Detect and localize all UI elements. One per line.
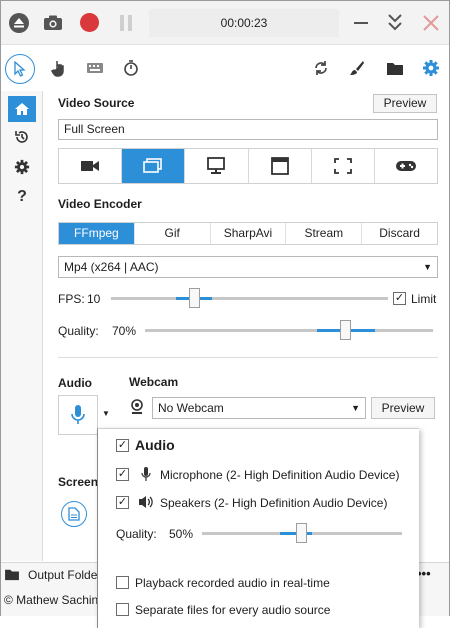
video-source-preview-button[interactable]: Preview	[373, 94, 437, 113]
gear-icon[interactable]	[419, 56, 443, 80]
audio-source-button[interactable]	[58, 395, 98, 435]
region-icon	[333, 158, 352, 174]
limit-label: Limit	[411, 292, 437, 306]
encoder-tabs: FFmpeg Gif SharpAvi Stream Discard	[58, 222, 438, 245]
webcam-title: Webcam	[129, 375, 179, 389]
window-icon	[270, 157, 289, 175]
tab-discard[interactable]: Discard	[362, 223, 437, 244]
camera-icon[interactable]	[43, 14, 63, 32]
close-icon[interactable]	[421, 13, 441, 33]
video-camera-icon	[81, 161, 100, 171]
webcam-select[interactable]: No Webcam ▼	[152, 397, 366, 419]
source-webcam-button[interactable]	[59, 149, 123, 183]
fps-value: 10	[87, 292, 101, 306]
section-divider	[58, 357, 438, 358]
document-icon	[68, 507, 80, 521]
sidebar-item-settings[interactable]	[1, 153, 43, 181]
screen-icon	[143, 158, 163, 173]
fps-slider-track[interactable]	[111, 297, 388, 300]
microphone-label: Microphone (2- High Definition Audio Dev…	[160, 468, 400, 482]
fps-label: FPS:	[58, 292, 85, 306]
brush-icon[interactable]	[345, 56, 369, 80]
tab-sharpavi[interactable]: SharpAvi	[211, 223, 287, 244]
cursor-icon[interactable]	[5, 54, 35, 84]
playback-checkbox[interactable]	[116, 576, 129, 589]
audio-quality-slider-thumb[interactable]	[296, 523, 307, 543]
recording-timer: 00:00:23	[149, 9, 339, 37]
tab-stream[interactable]: Stream	[286, 223, 363, 244]
sidebar-item-history[interactable]	[1, 123, 43, 151]
source-game-button[interactable]	[375, 149, 437, 183]
output-folder-icon[interactable]	[4, 568, 20, 581]
output-folder-label[interactable]: Output Folde	[28, 568, 97, 582]
speakers-label: Speakers (2- High Definition Audio Devic…	[160, 496, 388, 510]
home-icon	[8, 96, 36, 122]
video-source-title: Video Source	[58, 96, 135, 110]
screenshot-title: Screens	[58, 475, 97, 489]
screenshot-button[interactable]	[61, 501, 87, 527]
source-screen-button[interactable]	[122, 149, 186, 183]
video-quality-value: 70%	[112, 324, 137, 338]
record-icon[interactable]	[80, 13, 99, 32]
codec-select[interactable]: Mp4 (x264 | AAC) ▼	[58, 256, 438, 278]
separate-files-label: Separate files for every audio source	[135, 603, 331, 617]
click-icon[interactable]	[47, 56, 71, 80]
source-monitor-button[interactable]	[185, 149, 249, 183]
codec-select-value: Mp4 (x264 | AAC)	[64, 260, 159, 274]
audio-dropdown-icon[interactable]: ▼	[102, 409, 110, 418]
microphone-icon	[71, 405, 85, 424]
tab-ffmpeg[interactable]: FFmpeg	[59, 223, 135, 244]
separate-files-checkbox[interactable]	[116, 603, 129, 616]
app-window: 00:00:23 ? Video Source Preview Full Scr…	[0, 0, 450, 628]
help-icon: ?	[17, 188, 27, 205]
toolbar	[1, 45, 449, 91]
folder-icon[interactable]	[383, 56, 407, 80]
more-options-icon[interactable]: •••	[417, 566, 431, 581]
webcam-icon	[130, 399, 144, 415]
source-region-button[interactable]	[312, 149, 375, 183]
audio-quality-value: 50%	[169, 527, 194, 541]
chevron-down-icon: ▼	[351, 403, 360, 413]
audio-title: Audio	[58, 376, 92, 390]
history-icon	[15, 131, 28, 143]
microphone-checkbox[interactable]: ✓	[116, 468, 129, 481]
fps-slider-thumb[interactable]	[189, 288, 200, 308]
tab-gif[interactable]: Gif	[135, 223, 211, 244]
video-quality-slider-thumb[interactable]	[340, 320, 351, 340]
sidebar-item-home[interactable]	[1, 95, 43, 123]
chevron-down-icon: ▼	[423, 262, 432, 272]
audio-popup-title: Audio	[135, 437, 175, 453]
monitor-icon	[207, 157, 226, 174]
video-quality-slider-track[interactable]	[145, 329, 433, 332]
eject-icon[interactable]	[9, 13, 29, 33]
playback-label: Playback recorded audio in real-time	[135, 576, 330, 590]
keyboard-icon[interactable]	[83, 56, 107, 80]
audio-quality-label: Quality:	[116, 527, 157, 541]
title-bar: 00:00:23	[1, 1, 449, 45]
video-source-selector	[58, 148, 438, 184]
timer-icon[interactable]	[119, 56, 143, 80]
speakers-checkbox[interactable]: ✓	[116, 496, 129, 509]
settings-icon	[14, 159, 30, 175]
collapse-icon[interactable]	[385, 12, 405, 34]
copyright-text: © Mathew Sachin	[4, 593, 99, 607]
webcam-select-value: No Webcam	[158, 401, 224, 415]
source-window-button[interactable]	[249, 149, 312, 183]
audio-popup: ✓ Audio ✓ Microphone (2- High Definition…	[97, 428, 419, 628]
webcam-preview-button[interactable]: Preview	[371, 397, 435, 419]
pause-icon[interactable]	[118, 14, 134, 32]
microphone-icon	[141, 466, 151, 482]
speaker-icon	[138, 495, 154, 509]
sidebar: ?	[1, 91, 43, 561]
minimize-icon[interactable]	[351, 13, 371, 33]
gamepad-icon	[395, 161, 416, 171]
refresh-icon[interactable]	[309, 56, 333, 80]
video-encoder-title: Video Encoder	[58, 197, 142, 211]
video-source-field[interactable]: Full Screen	[58, 119, 438, 140]
audio-enable-checkbox[interactable]: ✓	[116, 439, 129, 452]
limit-checkbox[interactable]: ✓	[393, 292, 406, 305]
video-quality-label: Quality:	[58, 324, 99, 338]
sidebar-item-help[interactable]: ?	[1, 183, 43, 211]
